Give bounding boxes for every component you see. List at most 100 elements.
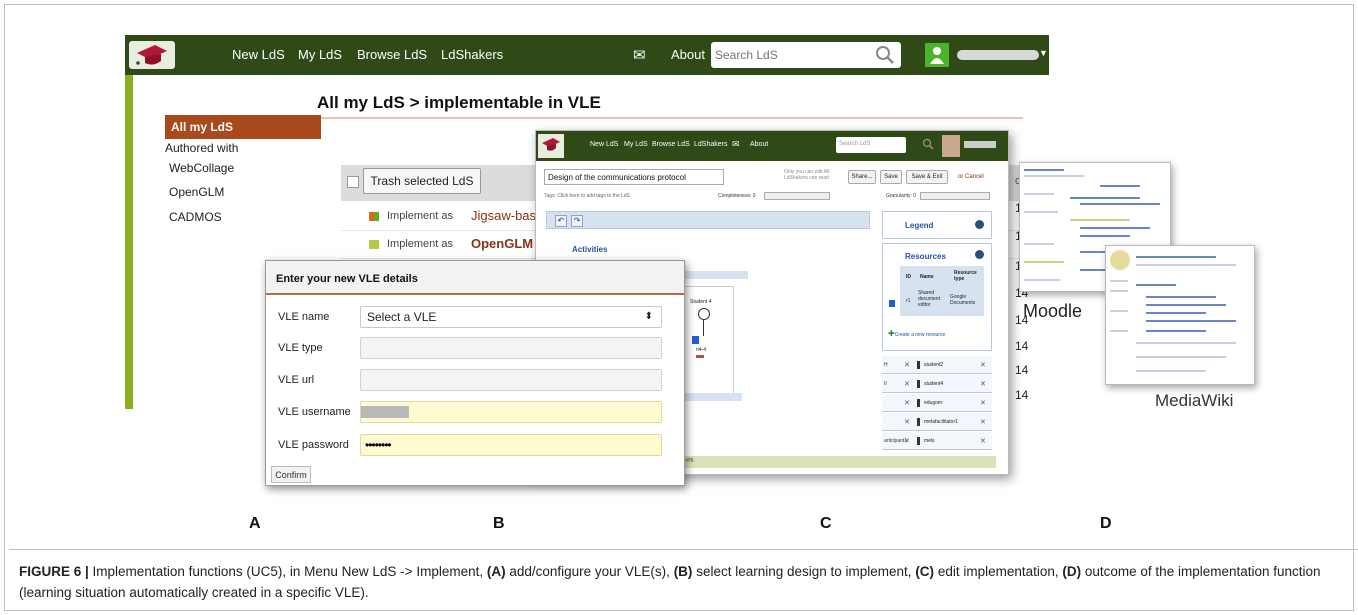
participant-id: H xyxy=(884,362,888,368)
lds-name-link[interactable]: Jigsaw-base xyxy=(471,208,543,223)
nav-new-lds[interactable]: New LdS xyxy=(590,141,618,148)
nav-my-lds[interactable]: My LdS xyxy=(624,141,648,148)
mail-icon[interactable]: ✉ xyxy=(732,139,740,150)
nav-ldshakers[interactable]: LdShakers xyxy=(441,47,503,62)
username-redacted[interactable] xyxy=(957,50,1039,60)
undo-icon[interactable]: ↶ xyxy=(555,215,567,227)
username-redacted[interactable] xyxy=(964,141,996,148)
share-button[interactable]: Share... xyxy=(848,170,876,184)
expand-icon[interactable] xyxy=(975,220,984,229)
lds-name-link[interactable]: OpenGLM ( xyxy=(471,236,541,251)
nav-about[interactable]: About xyxy=(750,141,768,148)
close-icon[interactable]: ✕ xyxy=(904,418,910,426)
participant-name: edugom xyxy=(924,400,943,406)
search-input[interactable]: Search LdS xyxy=(836,137,906,153)
editor-toolbar: ↶ ↷ xyxy=(546,211,870,229)
node-connector xyxy=(703,320,704,336)
participant-row[interactable]: ✕ edugom ✕ xyxy=(882,394,992,412)
nav-new-lds[interactable]: New LdS xyxy=(232,47,285,62)
trash-selected-button[interactable]: Trash selected LdS xyxy=(363,168,481,194)
person-icon xyxy=(917,437,920,445)
nav-browse-lds[interactable]: Browse LdS xyxy=(357,47,427,62)
close-icon[interactable]: ✕ xyxy=(980,418,986,426)
legend-heading[interactable]: Legend xyxy=(905,221,933,230)
file-icon xyxy=(889,300,895,307)
sidebar-item-openglm[interactable]: OpenGLM xyxy=(169,185,224,199)
search-input[interactable] xyxy=(715,45,865,65)
save-exit-button[interactable]: Save & Exit xyxy=(906,170,948,184)
table-cell: r1 xyxy=(906,298,911,304)
lds-title-input[interactable]: Design of the communications protocol xyxy=(544,169,724,185)
nav-about[interactable]: About xyxy=(671,47,705,62)
ldshake-logo[interactable] xyxy=(538,134,564,158)
mediawiki-label: MediaWiki xyxy=(1155,391,1234,410)
caption-text: edit implementation, xyxy=(934,564,1063,579)
table-cell[interactable]: Shared document editor xyxy=(918,290,946,308)
pencil-icon[interactable] xyxy=(696,355,704,358)
person-icon xyxy=(917,418,920,426)
chevron-down-icon[interactable]: ▼ xyxy=(1039,48,1048,58)
resources-heading[interactable]: Resources xyxy=(905,252,946,261)
document-icon[interactable] xyxy=(692,336,699,344)
vle-username-field[interactable] xyxy=(360,401,662,423)
close-icon[interactable]: ✕ xyxy=(904,399,910,407)
vle-password-field[interactable]: •••••••• xyxy=(360,434,662,456)
caption-divider xyxy=(9,549,1358,550)
person-icon xyxy=(917,380,920,388)
expand-icon[interactable] xyxy=(975,250,984,259)
table-header: Resource type xyxy=(954,270,977,282)
sidebar-item-all-my-lds[interactable]: All my LdS xyxy=(165,115,321,139)
lds-type-icon xyxy=(369,212,379,221)
cancel-link[interactable]: or Cancel xyxy=(958,174,984,180)
close-icon[interactable]: ✕ xyxy=(980,437,986,445)
save-button[interactable]: Save xyxy=(880,170,902,184)
sidebar-item-webcollage[interactable]: WebCollage xyxy=(169,161,234,175)
sidebar-item-cadmos[interactable]: CADMOS xyxy=(169,210,222,224)
nav-my-lds[interactable]: My LdS xyxy=(298,47,342,62)
create-resource-link[interactable]: ✚Create a new resource xyxy=(888,329,945,338)
vle-url-field[interactable] xyxy=(360,369,662,391)
figure-caption: FIGURE 6 | Implementation functions (UC5… xyxy=(19,561,1339,603)
nav-ldshakers[interactable]: LdShakers xyxy=(694,141,727,148)
granularity-slider[interactable] xyxy=(920,192,990,200)
redo-icon[interactable]: ↷ xyxy=(571,215,583,227)
user-avatar[interactable] xyxy=(942,135,960,157)
caption-figure-label: FIGURE 6 | xyxy=(19,564,89,579)
close-icon[interactable]: ✕ xyxy=(980,399,986,407)
nav-browse-lds[interactable]: Browse LdS xyxy=(652,141,690,148)
participant-row[interactable]: H ✕ student2 ✕ xyxy=(882,356,992,374)
participant-row[interactable]: articipant1 ✕ mels ✕ xyxy=(882,432,992,450)
close-icon[interactable]: ✕ xyxy=(904,437,910,445)
user-avatar[interactable] xyxy=(925,43,949,67)
close-icon[interactable]: ✕ xyxy=(980,380,986,388)
caption-text: select learning design to implement, xyxy=(692,564,916,579)
search-icon[interactable] xyxy=(922,138,934,150)
create-resource-label: Create a new resource xyxy=(894,332,946,338)
node-label: n4-4 xyxy=(696,347,707,353)
person-icon xyxy=(917,399,920,407)
select-all-checkbox[interactable] xyxy=(347,176,359,188)
ldshake-logo[interactable] xyxy=(129,41,175,69)
close-icon[interactable]: ✕ xyxy=(904,361,910,369)
participant-row[interactable]: II ✕ student4 ✕ xyxy=(882,375,992,393)
caption-ref-d: (D) xyxy=(1062,564,1082,579)
editor-navbar: New LdS My LdS Browse LdS LdShakers ✉ Ab… xyxy=(536,131,1008,161)
close-icon[interactable]: ✕ xyxy=(904,380,910,388)
student-label: Student 4 xyxy=(690,299,712,305)
mail-icon[interactable]: ✉ xyxy=(633,46,646,64)
panel-letter-a: A xyxy=(249,515,261,532)
vle-type-field[interactable] xyxy=(360,337,662,359)
completeness-slider[interactable] xyxy=(764,192,830,200)
confirm-button[interactable]: Confirm xyxy=(271,466,311,483)
sidebar-subheader: Authored with xyxy=(165,141,239,155)
close-icon[interactable]: ✕ xyxy=(980,361,986,369)
moodle-label: Moodle xyxy=(1023,301,1083,321)
vle-name-value: Select a VLE xyxy=(367,310,437,324)
select-arrows-icon: ⬍ xyxy=(644,311,653,322)
search-icon[interactable] xyxy=(875,45,895,65)
participant-row[interactable]: ✕ metafacilitator1 ✕ xyxy=(882,413,992,431)
panel-letter-b: B xyxy=(493,515,505,532)
tags-hint[interactable]: Tags: Click here to add tags to the LdS xyxy=(544,193,630,199)
node-circle[interactable] xyxy=(698,308,710,320)
vle-name-select[interactable]: Select a VLE ⬍ xyxy=(360,306,662,328)
